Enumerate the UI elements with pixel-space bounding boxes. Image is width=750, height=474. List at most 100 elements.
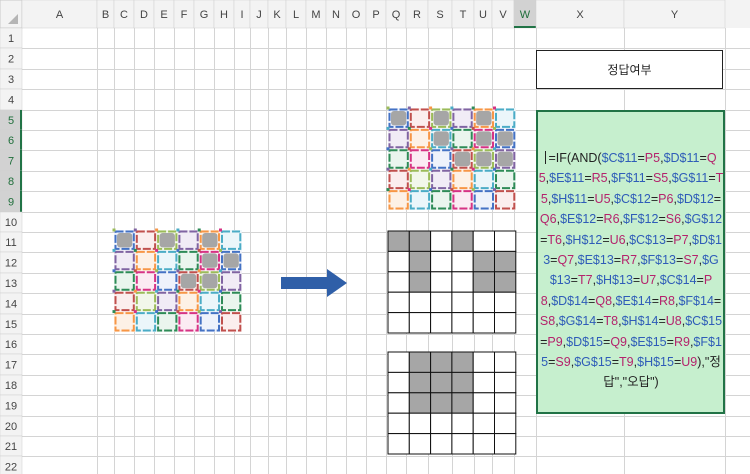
pattern-cell (199, 311, 221, 332)
pattern-corner-handle (471, 106, 475, 110)
column-label: F (181, 9, 188, 21)
pattern-corner-handle (112, 228, 116, 232)
pattern-corner-handle (493, 167, 496, 171)
pattern-cell (114, 250, 136, 271)
answer-label-cell[interactable]: 정답여부 (536, 50, 723, 89)
column-label: E (160, 9, 167, 21)
pattern-cell (409, 128, 431, 149)
answer-filled-cell (451, 371, 474, 394)
column-label: D (140, 9, 148, 21)
pattern-corner-handle (407, 188, 411, 192)
pattern-cell (451, 128, 474, 149)
row-label: 7 (8, 156, 14, 168)
row-label: 16 (5, 339, 17, 351)
formula-ref-input: $D$12 (676, 191, 714, 206)
formula-ref-target: Q7 (557, 253, 575, 268)
answer-empty-cell (430, 271, 453, 293)
column-label: N (332, 9, 340, 21)
column-label: T (460, 9, 467, 21)
pattern-corner-handle (133, 269, 137, 273)
answer-grid-b[interactable] (387, 351, 517, 455)
pattern-filled-cell (391, 111, 407, 126)
formula-ref-target: P9 (547, 334, 563, 349)
answer-empty-cell (472, 291, 496, 314)
formula-text[interactable]: =IF(AND($C$11=P5,$D$11=Q5,$E$11=R5,$F$11… (538, 148, 724, 393)
formula-ref-target: S6 (665, 212, 682, 227)
formula-operator: = (637, 151, 645, 165)
formula-ref-target: U5 (594, 191, 611, 206)
formula-ref-input: $G$15 (574, 355, 612, 370)
answer-empty-cell (430, 312, 453, 334)
pattern-corner-handle (133, 310, 137, 314)
target-pattern-grid[interactable] (386, 106, 516, 211)
pattern-corner-handle (219, 248, 222, 252)
answer-empty-cell (451, 271, 474, 293)
pattern-corner-handle (155, 289, 159, 293)
answer-empty-cell (472, 230, 496, 252)
right-arrow-icon (281, 269, 347, 297)
column-label: W (520, 9, 531, 21)
formula-ref-input: $F$14 (678, 293, 714, 308)
formula-ref-target: R8 (659, 293, 675, 308)
formula-ref-input: $E$15 (630, 334, 667, 349)
pattern-cell (199, 291, 221, 312)
formula-ref-target: R7 (621, 253, 638, 268)
formula-ref-target: S8 (539, 314, 556, 329)
answer-filled-cell (408, 230, 432, 252)
answer-empty-cell (472, 351, 496, 373)
answer-empty-cell (472, 371, 496, 394)
formula-ref-target: P6 (658, 191, 674, 206)
answer-filled-cell (430, 392, 453, 414)
formula-ref-input: $F$12 (623, 212, 659, 227)
answer-empty-cell (494, 351, 517, 373)
pattern-corner-handle (155, 269, 159, 273)
column-label: L (293, 9, 299, 21)
row-selection-bar (20, 150, 22, 171)
answer-empty-cell (387, 291, 410, 314)
row-label: 3 (8, 74, 14, 86)
pattern-corner-handle (407, 167, 411, 171)
pattern-corner-handle (176, 228, 180, 232)
pattern-cell (135, 230, 157, 251)
pattern-corner-handle (429, 188, 433, 192)
answer-empty-cell (408, 312, 432, 334)
row-label: 17 (5, 360, 17, 372)
formula-ref-target: Q8 (595, 293, 613, 308)
answer-empty-cell (451, 412, 474, 435)
pattern-corner-handle (429, 106, 433, 110)
formula-ref-target: S9 (555, 355, 571, 370)
formula-ref-input: $E$13 (577, 253, 614, 268)
answer-empty-cell (387, 271, 410, 293)
formula-operator: = (596, 212, 604, 227)
formula-operator: = (584, 171, 592, 186)
row-label: 1 (8, 33, 14, 45)
row-selection-bar (20, 130, 22, 150)
formula-ref-target: T9 (619, 355, 634, 370)
pattern-cell (114, 291, 136, 312)
pattern-corner-handle (386, 106, 390, 110)
pattern-corner-handle (176, 289, 180, 293)
answer-filled-cell (494, 250, 517, 273)
answer-grid-a[interactable] (387, 230, 517, 334)
pattern-filled-cell (223, 253, 239, 268)
pattern-cell (177, 250, 200, 271)
input-pattern-grid[interactable] (112, 228, 242, 333)
column-label: I (240, 9, 243, 21)
answer-filled-cell (408, 250, 432, 273)
pattern-corner-handle (471, 147, 475, 151)
row-label: 22 (5, 462, 17, 474)
pattern-corner-handle (407, 126, 411, 130)
pattern-cell (220, 270, 242, 292)
answer-empty-cell (451, 250, 474, 273)
answer-empty-cell (472, 412, 496, 435)
row-label: 19 (5, 401, 17, 413)
pattern-corner-handle (493, 126, 496, 130)
answer-empty-cell (451, 291, 474, 314)
formula-ref-input: $C$15 (685, 314, 723, 329)
formula-ref-input: $F$13 (640, 253, 677, 268)
text-cursor (545, 151, 547, 164)
pattern-filled-cell (202, 253, 218, 268)
pattern-filled-cell (497, 151, 513, 167)
pattern-corner-handle (155, 248, 159, 252)
formula-operator: = (596, 314, 604, 329)
